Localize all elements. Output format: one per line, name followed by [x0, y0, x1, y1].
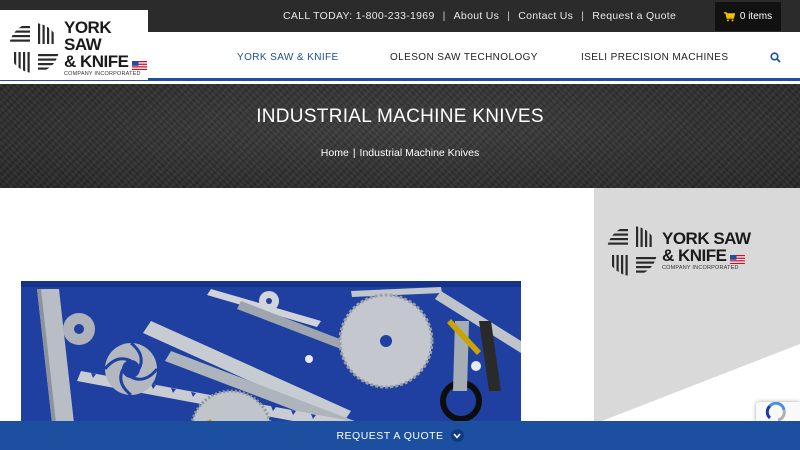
- nav-york-saw-knife[interactable]: YORK SAW & KNIFE: [237, 52, 339, 63]
- logo-line-1: YORK SAW: [64, 18, 112, 54]
- us-flag-icon: [729, 251, 745, 265]
- chevron-down-icon: [450, 429, 464, 442]
- recaptcha-badge[interactable]: [756, 402, 800, 422]
- sidebar-logo-line-2: & KNIFE: [662, 246, 727, 266]
- sidebar-york-saw-logo[interactable]: YORK SAW & KNIFE COMPANY INCORPORATED: [606, 225, 751, 277]
- sidebar-logo-wordmark: YORK SAW & KNIFE COMPANY INCORPORATED: [662, 230, 751, 272]
- separator: |: [442, 10, 446, 22]
- logo-subtitle: COMPANY INCORPORATED: [64, 71, 141, 77]
- request-quote-bar-label: REQUEST A QUOTE: [336, 429, 444, 442]
- breadcrumb-home-link[interactable]: Home: [321, 147, 349, 159]
- about-us-link[interactable]: About Us: [454, 10, 500, 22]
- cart-count: 0 items: [739, 11, 773, 22]
- recaptcha-icon: [765, 402, 786, 422]
- logo-line-2: & KNIFE: [64, 52, 129, 71]
- logo-wordmark: YORK SAW & KNIFE COMPANY INCORPORATED: [64, 19, 148, 78]
- sidebar-logo-subtitle: COMPANY INCORPORATED: [662, 265, 739, 272]
- header-logo[interactable]: YORK SAW & KNIFE COMPANY INCORPORATED: [0, 10, 148, 80]
- top-links: CALL TODAY: 1-800-233-1969 | About Us | …: [283, 0, 676, 32]
- call-today-link[interactable]: CALL TODAY: 1-800-233-1969: [283, 10, 435, 22]
- sidebar-logo-line-1: YORK SAW: [662, 229, 751, 249]
- york-saw-logo: YORK SAW & KNIFE COMPANY INCORPORATED: [8, 19, 148, 78]
- request-quote-link[interactable]: Request a Quote: [592, 10, 676, 22]
- sidebar-logo-line-2-row: & KNIFE: [662, 246, 751, 266]
- page: CALL TODAY: 1-800-233-1969 | About Us | …: [0, 0, 800, 450]
- page-hero: INDUSTRIAL MACHINE KNIVES Home | Industria…: [0, 84, 800, 188]
- page-title: INDUSTRIAL MACHINE KNIVES: [256, 106, 544, 127]
- us-flag-icon: [131, 57, 147, 70]
- shopping-cart-icon: [723, 11, 735, 22]
- separator: |: [581, 10, 585, 22]
- request-quote-bar[interactable]: REQUEST A QUOTE: [0, 421, 800, 450]
- main-content: [0, 188, 594, 450]
- breadcrumb-current: Industrial Machine Knives: [359, 147, 480, 159]
- separator: |: [507, 10, 511, 22]
- search-icon[interactable]: [770, 50, 784, 64]
- logo-line-2-row: & KNIFE: [64, 53, 148, 70]
- saw-blade-logo-icon: [606, 225, 658, 277]
- breadcrumb: Home | Industrial Machine Knives: [0, 147, 800, 159]
- saw-blade-logo-icon: [8, 22, 60, 74]
- contact-us-link[interactable]: Contact Us: [518, 10, 573, 22]
- cart-button[interactable]: 0 items: [715, 2, 781, 31]
- nav-iseli-precision-machines[interactable]: ISELI PRECISION MACHINES: [581, 52, 728, 63]
- breadcrumb-separator: |: [352, 147, 356, 159]
- nav-oleson-saw-technology[interactable]: OLESON SAW TECHNOLOGY: [390, 52, 538, 63]
